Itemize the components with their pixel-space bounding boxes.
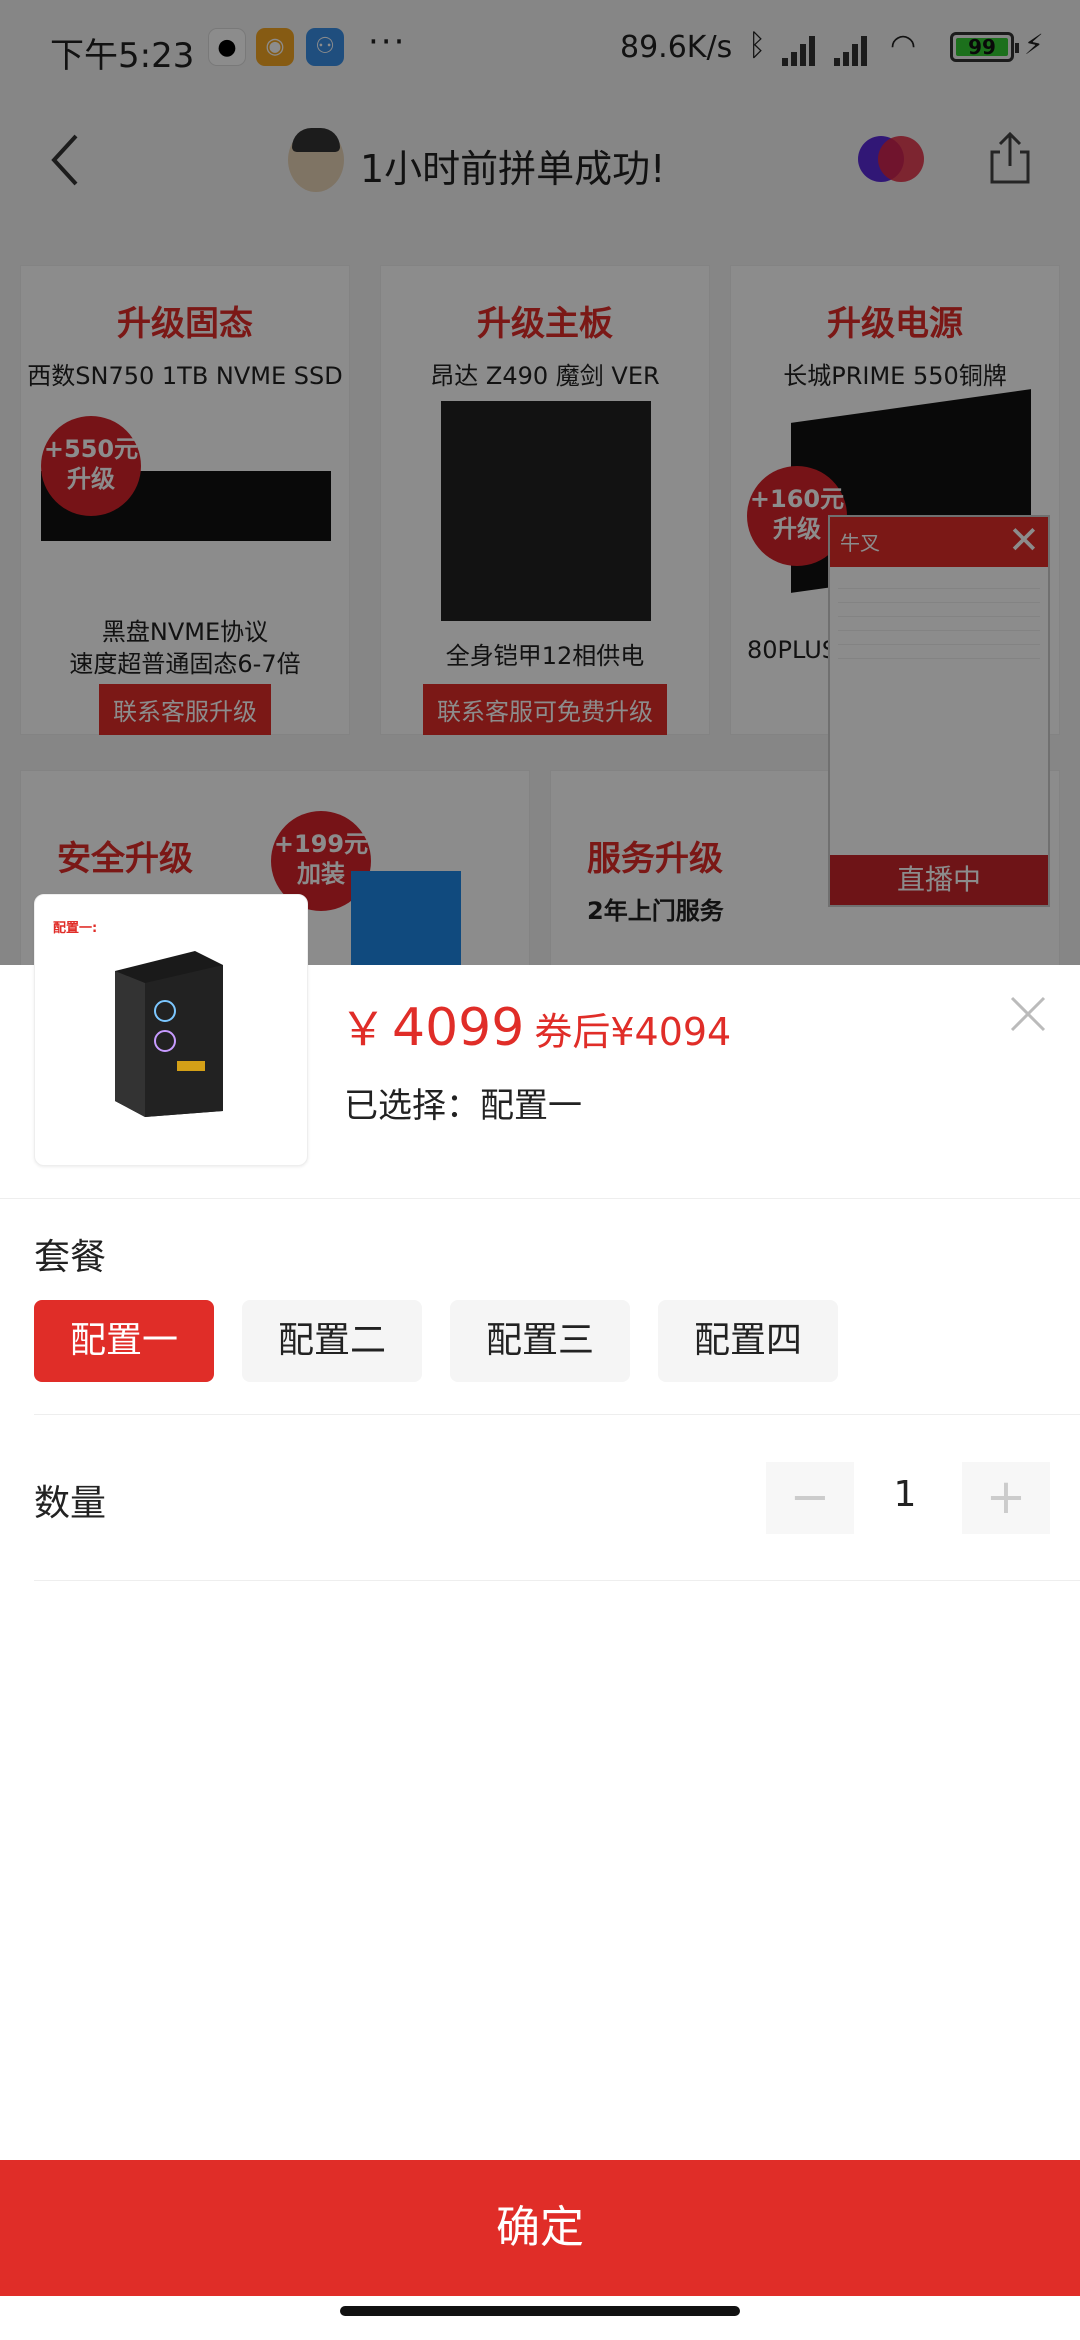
coupon-price: 券后¥4094 [534,1010,732,1054]
confirm-button[interactable]: 确定 [0,2160,1080,2296]
thumb-config-tag: 配置一: [53,921,98,936]
price-value: 4099 [392,998,525,1058]
package-option-4[interactable]: 配置四 [658,1300,838,1382]
divider [34,1580,1080,1581]
selected-value: 配置一 [480,1086,582,1126]
selected-label: 已选择： [344,1086,480,1126]
quantity-label: 数量 [34,1483,107,1524]
currency-symbol: ￥ [340,1002,386,1056]
home-indicator[interactable] [340,2306,740,2316]
sku-bottom-sheet [0,965,1080,2340]
package-option-1[interactable]: 配置一 [34,1300,214,1382]
pc-case-image [115,951,223,1117]
package-label: 套餐 [34,1237,107,1278]
close-icon[interactable] [1004,990,1052,1038]
quantity-minus-button[interactable]: − [766,1462,854,1534]
divider [0,1198,1080,1199]
modal-overlay[interactable] [0,0,1080,965]
selected-summary: 已选择：配置一 [344,1078,582,1127]
price-block: ￥ 4099 券后¥4094 [340,993,731,1059]
package-option-3[interactable]: 配置三 [450,1300,630,1382]
product-thumbnail: 配置一: [34,894,308,1166]
package-option-2[interactable]: 配置二 [242,1300,422,1382]
divider [34,1414,1080,1415]
quantity-value[interactable]: 1 [860,1474,950,1515]
quantity-plus-button[interactable]: + [962,1462,1050,1534]
